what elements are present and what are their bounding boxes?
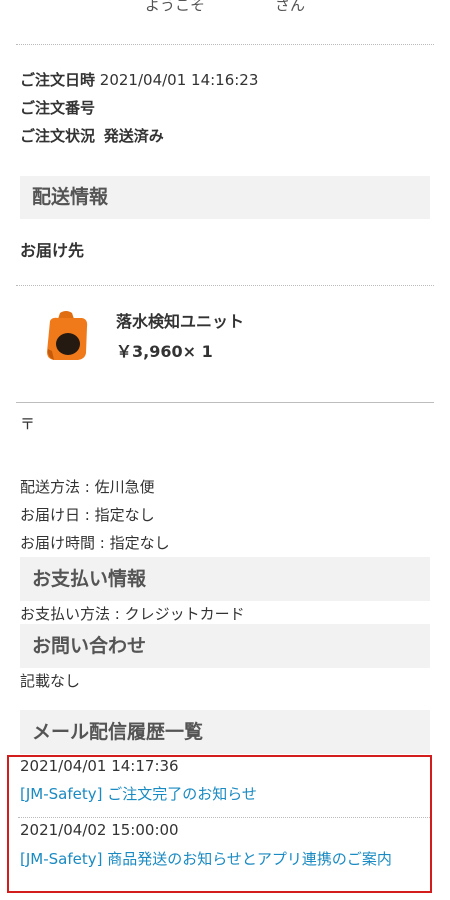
product-device-icon: [47, 311, 88, 360]
shipping-section-header: 配送情報: [20, 176, 430, 219]
order-status-row: ご注文状況 発送済み: [20, 125, 164, 146]
welcome-message: ようこそ さん: [0, 0, 450, 15]
inquiry-content: 記載なし: [20, 672, 81, 690]
order-status-label: ご注文状況: [20, 127, 96, 145]
payment-method: お支払い方法 : クレジットカード: [20, 605, 245, 623]
product-price: ￥3,960× 1: [116, 342, 213, 361]
mail-history-section-header: メール配信履歴一覧: [20, 710, 430, 754]
mail-date: 2021/04/02 15:00:00: [20, 821, 179, 839]
payment-section-header: お支払い情報: [20, 557, 430, 601]
delivery-time: お届け時間 : 指定なし: [20, 534, 170, 552]
order-date-row: ご注文日時 2021/04/01 14:16:23: [20, 69, 258, 90]
delivery-date: お届け日 : 指定なし: [20, 506, 155, 524]
order-number-label: ご注文番号: [20, 99, 96, 117]
welcome-prefix: ようこそ: [144, 0, 205, 14]
order-status-value: 発送済み: [103, 127, 164, 145]
mail-subject-link[interactable]: [JM-Safety] ご注文完了のお知らせ: [20, 783, 257, 804]
divider: [16, 285, 434, 286]
postal-mark: 〒: [20, 415, 36, 433]
divider: [16, 44, 434, 45]
destination-label: お届け先: [20, 241, 85, 260]
divider: [18, 817, 430, 818]
order-date-value: 2021/04/01 14:16:23: [99, 71, 259, 89]
product-image: [42, 309, 90, 363]
order-date-label: ご注文日時: [20, 71, 96, 89]
inquiry-section-header: お問い合わせ: [20, 624, 430, 668]
mail-subject-link[interactable]: [JM-Safety] 商品発送のお知らせとアプリ連携のご案内: [20, 848, 392, 869]
welcome-suffix: さん: [275, 0, 306, 14]
product-name: 落水検知ユニット: [116, 312, 245, 331]
mail-date: 2021/04/01 14:17:36: [20, 757, 179, 775]
divider: [16, 402, 434, 403]
shipping-method: 配送方法 : 佐川急便: [20, 478, 155, 496]
